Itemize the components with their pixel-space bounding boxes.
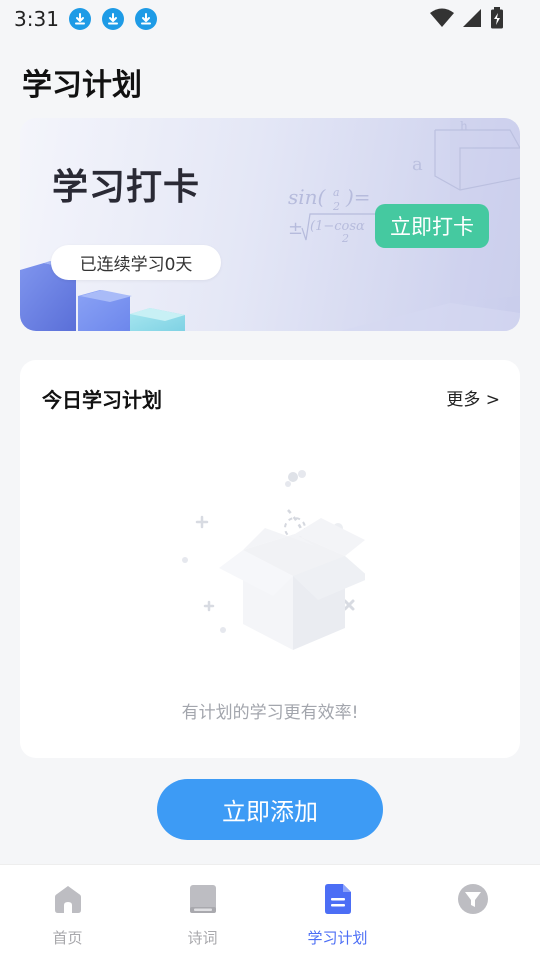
cellular-signal-icon bbox=[463, 9, 481, 27]
wifi-icon bbox=[430, 8, 454, 27]
tab-poems[interactable]: 诗词 bbox=[135, 865, 270, 960]
svg-text:a: a bbox=[333, 186, 340, 199]
add-plan-button[interactable]: 立即添加 bbox=[157, 779, 383, 840]
svg-text:h: h bbox=[460, 119, 468, 133]
bottom-tab-bar: 首页 诗词 学习计划 bbox=[0, 864, 540, 960]
svg-text:2: 2 bbox=[332, 200, 340, 213]
status-icons bbox=[430, 7, 504, 29]
svg-text:a: a bbox=[412, 154, 423, 175]
status-bar: 3:31 bbox=[0, 0, 540, 38]
svg-text:(1−cosα: (1−cosα bbox=[310, 219, 365, 234]
svg-text:2: 2 bbox=[341, 232, 349, 245]
plan-card-title: 今日学习计划 bbox=[42, 388, 162, 412]
svg-text:±: ± bbox=[288, 218, 303, 239]
checkin-button[interactable]: 立即打卡 bbox=[375, 204, 489, 248]
tab-label: 首页 bbox=[52, 929, 83, 947]
download-notification-icon bbox=[101, 8, 124, 30]
banner-title: 学习打卡 bbox=[52, 167, 201, 208]
streak-badge: 已连续学习0天 bbox=[51, 245, 221, 280]
funnel-icon bbox=[457, 884, 488, 914]
battery-icon bbox=[491, 7, 503, 29]
svg-text:sin(: sin( bbox=[288, 185, 327, 209]
tab-study-plan[interactable]: 学习计划 bbox=[270, 865, 405, 960]
today-plan-card: 今日学习计划 更多 > 有计划的学习更有效率! bbox=[20, 360, 520, 758]
download-notification-icon bbox=[134, 8, 157, 30]
tab-label: 学习计划 bbox=[307, 929, 368, 947]
tab-more[interactable] bbox=[405, 865, 540, 960]
empty-state-text: 有计划的学习更有效率! bbox=[181, 703, 359, 723]
status-time: 3:31 bbox=[14, 7, 59, 31]
more-link[interactable]: 更多 > bbox=[446, 385, 500, 410]
book-icon bbox=[189, 885, 216, 913]
tab-label: 诗词 bbox=[187, 929, 218, 947]
checkin-banner: a h sin( a 2 )= ± (1−cosα 2 学习打卡 已连续学习0天… bbox=[20, 118, 520, 331]
svg-text:)=: )= bbox=[345, 185, 371, 209]
download-notification-icon bbox=[68, 8, 91, 30]
tab-home[interactable]: 首页 bbox=[0, 865, 135, 960]
home-icon bbox=[54, 886, 81, 913]
empty-box-icon bbox=[182, 470, 365, 650]
document-icon bbox=[324, 884, 351, 914]
page-title: 学习计划 bbox=[22, 68, 142, 103]
